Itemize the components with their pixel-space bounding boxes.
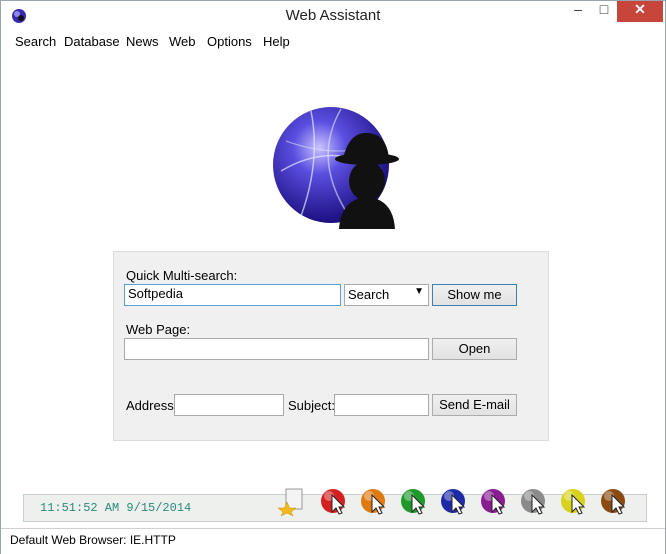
yellow-cursor-icon[interactable] <box>559 486 589 516</box>
send-email-button[interactable]: Send E-mail <box>432 394 517 416</box>
green-cursor-icon[interactable] <box>399 486 429 516</box>
search-engine-value: Search <box>348 287 390 302</box>
menu-options[interactable]: Options <box>207 34 252 49</box>
title-bar: Web Assistant – □ ✕ <box>1 1 665 31</box>
menu-search[interactable]: Search <box>15 34 56 49</box>
maximize-button[interactable]: □ <box>591 1 617 22</box>
menu-news[interactable]: News <box>126 34 159 49</box>
web-page-label: Web Page: <box>126 322 191 337</box>
show-me-button[interactable]: Show me <box>432 284 517 306</box>
address-input[interactable] <box>174 394 284 416</box>
menu-bar: Search Database News Web Options Help <box>1 31 665 53</box>
orange-cursor-icon[interactable] <box>359 486 389 516</box>
close-button[interactable]: ✕ <box>617 1 663 22</box>
menu-database[interactable]: Database <box>64 34 120 49</box>
web-page-input[interactable] <box>124 338 429 360</box>
search-engine-select[interactable]: Search ▼ <box>344 284 429 306</box>
menu-web[interactable]: Web <box>169 34 196 49</box>
status-bar: Default Web Browser: IE.HTTP <box>1 528 665 554</box>
menu-help[interactable]: Help <box>263 34 290 49</box>
open-button[interactable]: Open <box>432 338 517 360</box>
quick-actions-panel: Quick Multi-search: Softpedia Search ▼ S… <box>113 251 549 441</box>
gray-cursor-icon[interactable] <box>519 486 549 516</box>
brown-cursor-icon[interactable] <box>599 486 629 516</box>
address-label: Address: <box>126 398 178 413</box>
subject-input[interactable] <box>334 394 429 416</box>
purple-cursor-icon[interactable] <box>479 486 509 516</box>
subject-label: Subject: <box>288 398 335 413</box>
globe-spy-logo <box>273 107 399 229</box>
app-window: Web Assistant – □ ✕ Search Database News… <box>0 0 666 554</box>
minimize-button[interactable]: – <box>565 1 591 22</box>
default-browser-status: Default Web Browser: IE.HTTP <box>10 533 176 547</box>
clock-display: 11:51:52 AM 9/15/2014 <box>40 501 192 515</box>
chevron-down-icon: ▼ <box>414 286 424 297</box>
notes-star-icon[interactable] <box>278 486 308 516</box>
quick-search-input[interactable]: Softpedia <box>124 284 341 306</box>
quick-search-label: Quick Multi-search: <box>126 268 238 283</box>
red-cursor-icon[interactable] <box>319 486 349 516</box>
blue-cursor-icon[interactable] <box>439 486 469 516</box>
